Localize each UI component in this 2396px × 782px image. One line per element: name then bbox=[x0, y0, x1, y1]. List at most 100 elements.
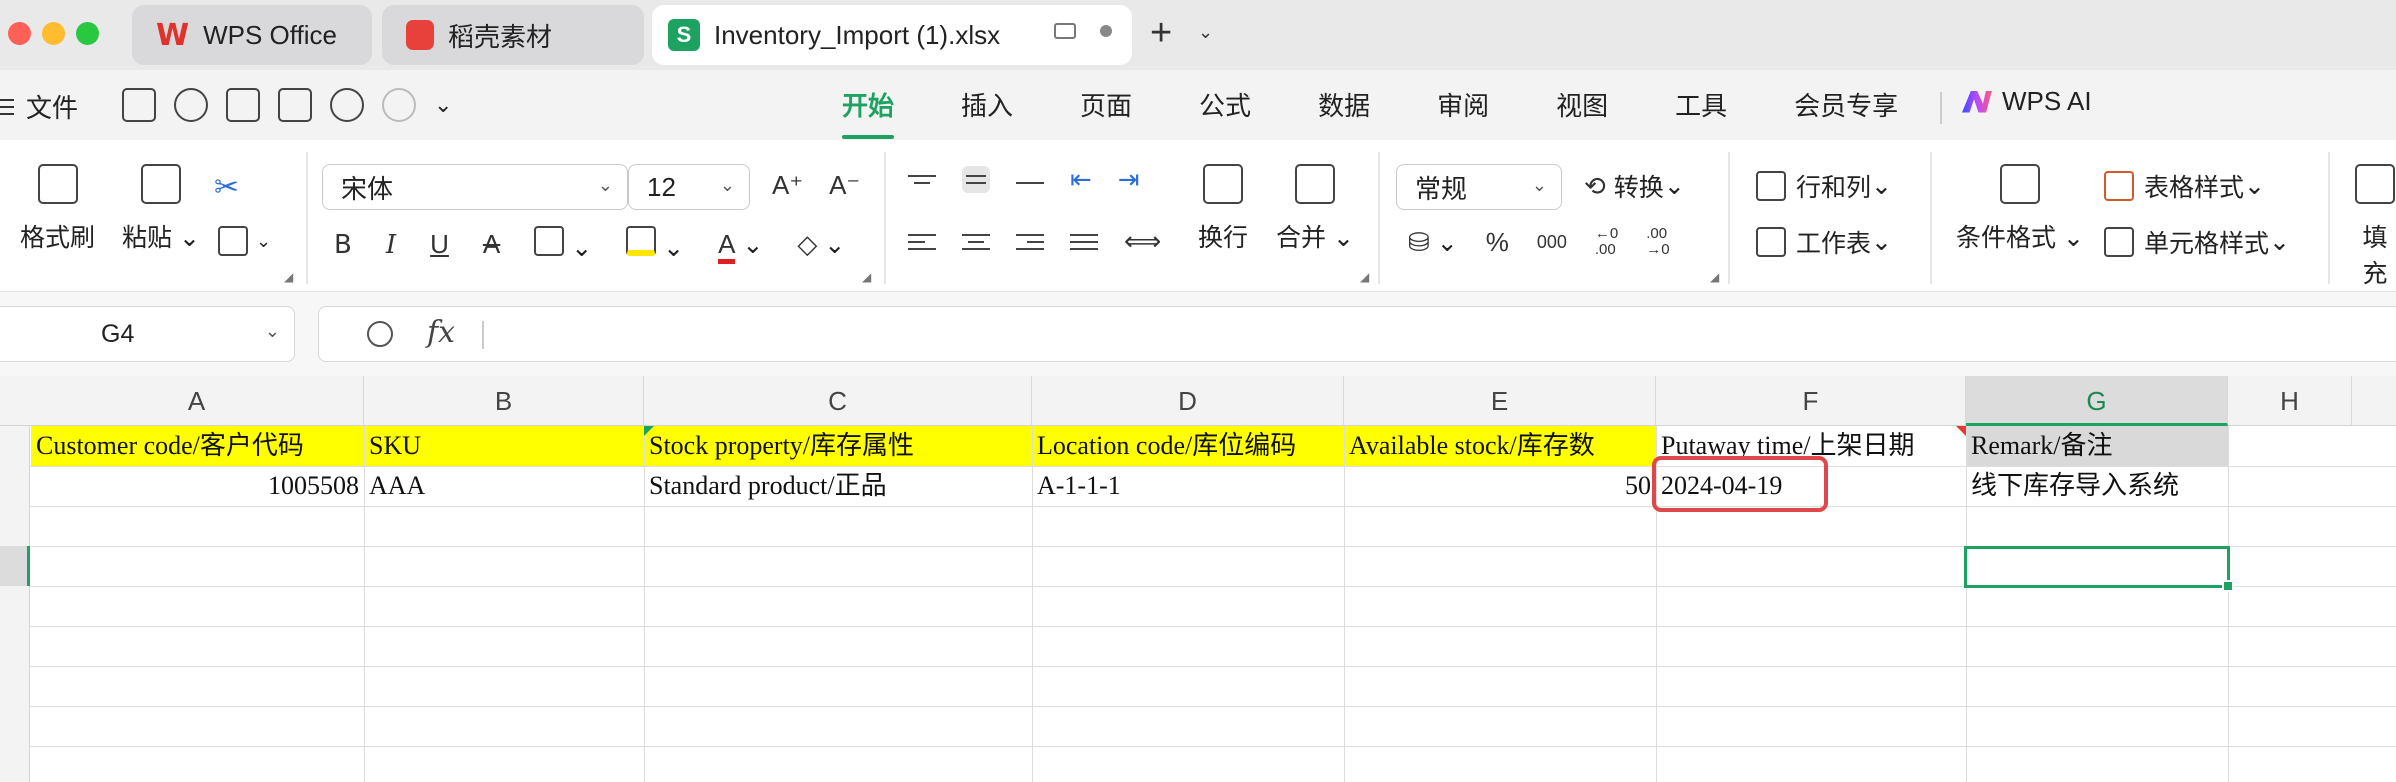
zoom-icon[interactable] bbox=[367, 321, 393, 347]
column-header-g[interactable]: G bbox=[1966, 376, 2228, 426]
zoom-window-button[interactable] bbox=[76, 22, 99, 45]
column-header-h[interactable]: H bbox=[2228, 376, 2352, 426]
strikethrough-button[interactable]: A bbox=[483, 229, 500, 260]
dialog-launcher-icon[interactable]: ◢ bbox=[1710, 270, 1719, 284]
cell-style-button[interactable]: 单元格样式 ⌄ bbox=[2104, 224, 2290, 260]
column-header-e[interactable]: E bbox=[1344, 376, 1656, 426]
cell-d1[interactable]: Location code/库位编码 bbox=[1032, 426, 1344, 466]
tab-review[interactable]: 审阅 bbox=[1437, 86, 1489, 123]
print-icon[interactable] bbox=[226, 88, 260, 122]
cell-a1[interactable]: Customer code/客户代码 bbox=[31, 426, 364, 466]
decrease-indent-icon[interactable]: ⇤ bbox=[1070, 164, 1092, 195]
column-header-f[interactable]: F bbox=[1656, 376, 1966, 426]
monitor-icon[interactable] bbox=[1054, 23, 1076, 39]
fill-handle[interactable] bbox=[2222, 580, 2234, 592]
align-top-icon[interactable] bbox=[908, 170, 936, 189]
wrap-text-button[interactable]: 换行 bbox=[1198, 164, 1248, 254]
file-menu-button[interactable]: 文件 bbox=[0, 88, 78, 125]
column-header-d[interactable]: D bbox=[1032, 376, 1344, 426]
font-name-select[interactable]: 宋体 ⌄ bbox=[322, 164, 628, 210]
formula-input[interactable]: fx bbox=[318, 306, 2396, 362]
cell-b1[interactable]: SKU bbox=[364, 426, 644, 466]
underline-button[interactable]: U bbox=[430, 229, 449, 260]
bold-button[interactable]: B bbox=[334, 230, 352, 260]
chevron-down-icon[interactable]: ⌄ bbox=[1198, 22, 1213, 43]
align-left-icon[interactable] bbox=[908, 229, 936, 255]
cell-c1[interactable]: Stock property/库存属性 bbox=[644, 426, 1032, 466]
redo-icon[interactable] bbox=[382, 88, 416, 122]
cell-d2[interactable]: A-1-1-1 bbox=[1032, 466, 1344, 506]
column-header-c[interactable]: C bbox=[644, 376, 1032, 426]
close-window-button[interactable] bbox=[8, 22, 31, 45]
undo-icon[interactable] bbox=[330, 88, 364, 122]
row-header-4[interactable] bbox=[0, 546, 30, 586]
tab-tools[interactable]: 工具 bbox=[1675, 86, 1727, 123]
cell-e2[interactable]: 50 bbox=[1344, 466, 1656, 506]
table-style-button[interactable]: 表格样式 ⌄ bbox=[2104, 168, 2265, 204]
share-icon[interactable] bbox=[174, 88, 208, 122]
print-preview-icon[interactable] bbox=[278, 88, 312, 122]
tab-page[interactable]: 页面 bbox=[1080, 86, 1132, 123]
chevron-down-icon[interactable]: ⌄ bbox=[434, 88, 452, 122]
increase-indent-icon[interactable]: ⇥ bbox=[1118, 164, 1140, 195]
rows-and-columns-button[interactable]: 行和列 ⌄ bbox=[1756, 168, 1892, 204]
comment-indicator-icon[interactable] bbox=[1956, 426, 1966, 436]
font-color-button[interactable]: A ⌄ bbox=[718, 229, 763, 264]
format-painter-button[interactable]: 格式刷 bbox=[20, 164, 95, 254]
worksheet-button[interactable]: 工作表 ⌄ bbox=[1756, 224, 1892, 260]
name-box[interactable]: G4 ⌄ bbox=[0, 306, 295, 362]
new-tab-button[interactable]: + bbox=[1150, 12, 1172, 55]
tab-home[interactable]: 开始 bbox=[842, 86, 895, 139]
cell-g2[interactable]: 线下库存导入系统 bbox=[1966, 466, 2228, 506]
cut-button[interactable]: ✂ bbox=[214, 170, 239, 205]
save-icon[interactable] bbox=[122, 88, 156, 122]
tab-member[interactable]: 会员专享 bbox=[1794, 86, 1898, 123]
clear-format-button[interactable]: ◇ ⌄ bbox=[797, 229, 845, 260]
tab-inventory-file[interactable]: S Inventory_Import (1).xlsx bbox=[652, 5, 1132, 65]
wps-ai-button[interactable]: WPS AI bbox=[1962, 86, 2092, 117]
increase-decimal-button[interactable]: .00 →0 bbox=[1646, 226, 1669, 258]
conditional-format-button[interactable]: 条件格式 ⌄ bbox=[1956, 164, 2084, 254]
currency-button[interactable]: ⛁ ⌄ bbox=[1408, 227, 1458, 258]
tab-data[interactable]: 数据 bbox=[1318, 86, 1370, 123]
cell-g1[interactable]: Remark/备注 bbox=[1966, 426, 2228, 466]
cell-b2[interactable]: AAA bbox=[364, 466, 644, 506]
thousands-separator-button[interactable]: 000 bbox=[1537, 232, 1567, 253]
copy-button[interactable]: ⌄ bbox=[218, 226, 271, 256]
tab-formula[interactable]: 公式 bbox=[1199, 86, 1251, 123]
column-header-b[interactable]: B bbox=[364, 376, 644, 426]
column-header-a[interactable]: A bbox=[30, 376, 364, 426]
dialog-launcher-icon[interactable]: ◢ bbox=[1360, 270, 1369, 284]
cell-a2[interactable]: 1005508 bbox=[31, 466, 364, 506]
function-icon[interactable]: fx bbox=[427, 315, 455, 350]
decrease-decimal-button[interactable]: ←0 .00 bbox=[1595, 226, 1618, 258]
increase-font-size-icon[interactable]: A⁺ bbox=[772, 170, 803, 201]
distributed-align-icon[interactable]: ⟺ bbox=[1124, 226, 1161, 257]
convert-button[interactable]: ⟲ 转换 ⌄ bbox=[1584, 168, 1685, 204]
fill-button[interactable]: 填充 bbox=[2354, 164, 2396, 290]
cell-c2[interactable]: Standard product/正品 bbox=[644, 466, 1032, 506]
cell-e1[interactable]: Available stock/库存数 bbox=[1344, 426, 1656, 466]
merge-cells-button[interactable]: 合并 ⌄ bbox=[1276, 164, 1354, 254]
italic-button[interactable]: I bbox=[386, 230, 396, 260]
align-bottom-icon[interactable] bbox=[1016, 170, 1044, 189]
percent-button[interactable]: % bbox=[1486, 227, 1509, 258]
decrease-font-size-icon[interactable]: A⁻ bbox=[829, 170, 860, 201]
dialog-launcher-icon[interactable]: ◢ bbox=[284, 270, 293, 284]
tab-wps-office[interactable]: W WPS Office bbox=[132, 5, 372, 65]
tab-insert[interactable]: 插入 bbox=[961, 86, 1013, 123]
font-size-select[interactable]: 12 ⌄ bbox=[628, 164, 750, 210]
fill-color-button[interactable]: ⌄ bbox=[626, 226, 684, 263]
justify-icon[interactable] bbox=[1070, 229, 1098, 255]
tab-view[interactable]: 视图 bbox=[1556, 86, 1608, 123]
paste-button[interactable]: 粘贴 ⌄ bbox=[122, 164, 200, 254]
active-cell-g4[interactable] bbox=[1964, 546, 2230, 588]
borders-button[interactable]: ⌄ bbox=[534, 226, 592, 263]
dialog-launcher-icon[interactable]: ◢ bbox=[862, 270, 871, 284]
align-center-icon[interactable] bbox=[962, 229, 990, 255]
row-header-bar[interactable] bbox=[0, 426, 30, 782]
tab-daoke[interactable]: 稻壳素材 bbox=[382, 5, 644, 65]
align-right-icon[interactable] bbox=[1016, 229, 1044, 255]
minimize-window-button[interactable] bbox=[42, 22, 65, 45]
align-middle-icon[interactable] bbox=[962, 166, 990, 193]
